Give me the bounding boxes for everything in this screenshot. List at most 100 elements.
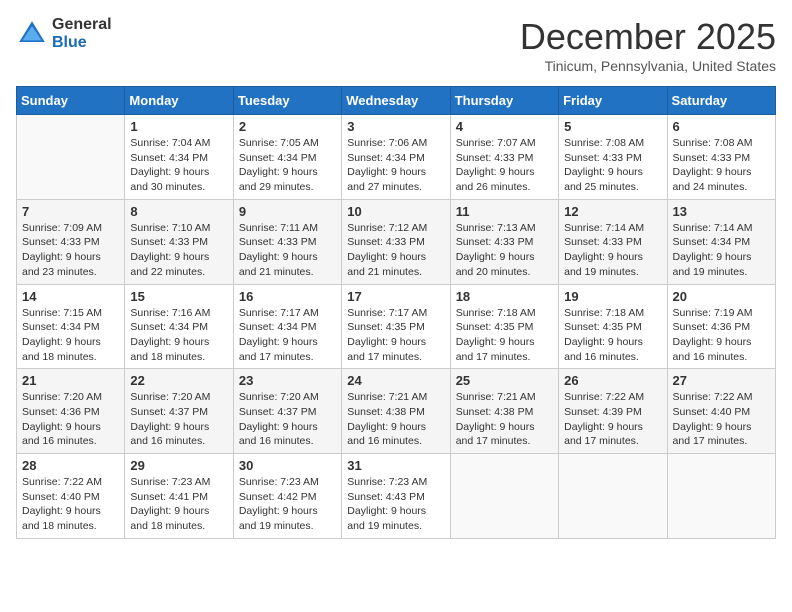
day-info: Sunrise: 7:23 AMSunset: 4:42 PMDaylight:…: [239, 475, 336, 534]
day-info: Sunrise: 7:21 AMSunset: 4:38 PMDaylight:…: [456, 390, 553, 449]
day-info: Sunrise: 7:21 AMSunset: 4:38 PMDaylight:…: [347, 390, 444, 449]
day-info: Sunrise: 7:07 AMSunset: 4:33 PMDaylight:…: [456, 136, 553, 195]
day-info: Sunrise: 7:14 AMSunset: 4:33 PMDaylight:…: [564, 221, 661, 280]
calendar-cell: [667, 454, 775, 539]
page-header: General Blue December 2025 Tinicum, Penn…: [16, 16, 776, 74]
day-number: 29: [130, 458, 227, 473]
calendar-header-row: SundayMondayTuesdayWednesdayThursdayFrid…: [17, 87, 776, 115]
day-number: 2: [239, 119, 336, 134]
day-number: 9: [239, 204, 336, 219]
calendar-cell: 17 Sunrise: 7:17 AMSunset: 4:35 PMDayligh…: [342, 284, 450, 369]
day-header-tuesday: Tuesday: [233, 87, 341, 115]
logo-text: General Blue: [52, 16, 112, 51]
calendar-cell: 26 Sunrise: 7:22 AMSunset: 4:39 PMDayligh…: [559, 369, 667, 454]
calendar-table: SundayMondayTuesdayWednesdayThursdayFrid…: [16, 86, 776, 539]
calendar-cell: 31 Sunrise: 7:23 AMSunset: 4:43 PMDayligh…: [342, 454, 450, 539]
title-block: December 2025 Tinicum, Pennsylvania, Uni…: [520, 16, 776, 74]
calendar-cell: 22 Sunrise: 7:20 AMSunset: 4:37 PMDayligh…: [125, 369, 233, 454]
calendar-cell: 12 Sunrise: 7:14 AMSunset: 4:33 PMDayligh…: [559, 199, 667, 284]
day-info: Sunrise: 7:09 AMSunset: 4:33 PMDaylight:…: [22, 221, 119, 280]
day-number: 23: [239, 373, 336, 388]
calendar-cell: 16 Sunrise: 7:17 AMSunset: 4:34 PMDayligh…: [233, 284, 341, 369]
day-info: Sunrise: 7:23 AMSunset: 4:43 PMDaylight:…: [347, 475, 444, 534]
calendar-cell: [17, 115, 125, 200]
calendar-cell: 18 Sunrise: 7:18 AMSunset: 4:35 PMDayligh…: [450, 284, 558, 369]
day-number: 17: [347, 289, 444, 304]
day-number: 8: [130, 204, 227, 219]
day-info: Sunrise: 7:04 AMSunset: 4:34 PMDaylight:…: [130, 136, 227, 195]
calendar-cell: 30Sunrise: 7:23 AMSunset: 4:42 PMDayligh…: [233, 454, 341, 539]
day-info: Sunrise: 7:11 AMSunset: 4:33 PMDaylight:…: [239, 221, 336, 280]
day-info: Sunrise: 7:22 AMSunset: 4:39 PMDaylight:…: [564, 390, 661, 449]
day-info: Sunrise: 7:13 AMSunset: 4:33 PMDaylight:…: [456, 221, 553, 280]
calendar-cell: 14Sunrise: 7:15 AMSunset: 4:34 PMDayligh…: [17, 284, 125, 369]
day-info: Sunrise: 7:19 AMSunset: 4:36 PMDaylight:…: [673, 306, 770, 365]
day-info: Sunrise: 7:17 AMSunset: 4:35 PMDaylight:…: [347, 306, 444, 365]
calendar-cell: 28 Sunrise: 7:22 AMSunset: 4:40 PMDayligh…: [17, 454, 125, 539]
day-number: 19: [564, 289, 661, 304]
logo: General Blue: [16, 16, 112, 51]
day-header-friday: Friday: [559, 87, 667, 115]
calendar-cell: 20 Sunrise: 7:19 AMSunset: 4:36 PMDayligh…: [667, 284, 775, 369]
day-info: Sunrise: 7:20 AMSunset: 4:37 PMDaylight:…: [239, 390, 336, 449]
calendar-week-row: 14Sunrise: 7:15 AMSunset: 4:34 PMDayligh…: [17, 284, 776, 369]
day-info: Sunrise: 7:14 AMSunset: 4:34 PMDaylight:…: [673, 221, 770, 280]
day-header-monday: Monday: [125, 87, 233, 115]
calendar-week-row: 1 Sunrise: 7:04 AMSunset: 4:34 PMDaylight…: [17, 115, 776, 200]
day-number: 22: [130, 373, 227, 388]
day-number: 20: [673, 289, 770, 304]
calendar-week-row: 21 Sunrise: 7:20 AMSunset: 4:36 PMDayligh…: [17, 369, 776, 454]
day-info: Sunrise: 7:08 AMSunset: 4:33 PMDaylight:…: [673, 136, 770, 195]
day-header-saturday: Saturday: [667, 87, 775, 115]
day-number: 16: [239, 289, 336, 304]
day-info: Sunrise: 7:23 AMSunset: 4:41 PMDaylight:…: [130, 475, 227, 534]
day-number: 28: [22, 458, 119, 473]
day-info: Sunrise: 7:20 AMSunset: 4:36 PMDaylight:…: [22, 390, 119, 449]
day-number: 24: [347, 373, 444, 388]
day-number: 31: [347, 458, 444, 473]
day-number: 18: [456, 289, 553, 304]
logo-icon: [16, 18, 48, 50]
day-info: Sunrise: 7:22 AMSunset: 4:40 PMDaylight:…: [22, 475, 119, 534]
calendar-cell: [450, 454, 558, 539]
calendar-cell: 21 Sunrise: 7:20 AMSunset: 4:36 PMDayligh…: [17, 369, 125, 454]
calendar-cell: 23 Sunrise: 7:20 AMSunset: 4:37 PMDayligh…: [233, 369, 341, 454]
calendar-cell: 19 Sunrise: 7:18 AMSunset: 4:35 PMDayligh…: [559, 284, 667, 369]
day-info: Sunrise: 7:18 AMSunset: 4:35 PMDaylight:…: [456, 306, 553, 365]
day-number: 7: [22, 204, 119, 219]
day-number: 11: [456, 204, 553, 219]
calendar-cell: 5Sunrise: 7:08 AMSunset: 4:33 PMDaylight…: [559, 115, 667, 200]
day-info: Sunrise: 7:10 AMSunset: 4:33 PMDaylight:…: [130, 221, 227, 280]
day-info: Sunrise: 7:12 AMSunset: 4:33 PMDaylight:…: [347, 221, 444, 280]
day-header-wednesday: Wednesday: [342, 87, 450, 115]
calendar-cell: 8 Sunrise: 7:10 AMSunset: 4:33 PMDaylight…: [125, 199, 233, 284]
calendar-cell: 10 Sunrise: 7:12 AMSunset: 4:33 PMDayligh…: [342, 199, 450, 284]
calendar-cell: [559, 454, 667, 539]
location-title: Tinicum, Pennsylvania, United States: [520, 58, 776, 74]
day-header-thursday: Thursday: [450, 87, 558, 115]
calendar-cell: 1 Sunrise: 7:04 AMSunset: 4:34 PMDaylight…: [125, 115, 233, 200]
day-number: 21: [22, 373, 119, 388]
day-number: 10: [347, 204, 444, 219]
day-number: 6: [673, 119, 770, 134]
logo-blue-label: Blue: [52, 34, 112, 52]
day-number: 1: [130, 119, 227, 134]
day-info: Sunrise: 7:18 AMSunset: 4:35 PMDaylight:…: [564, 306, 661, 365]
day-number: 4: [456, 119, 553, 134]
month-title: December 2025: [520, 16, 776, 58]
day-number: 26: [564, 373, 661, 388]
day-number: 15: [130, 289, 227, 304]
calendar-cell: 13Sunrise: 7:14 AMSunset: 4:34 PMDayligh…: [667, 199, 775, 284]
day-number: 5: [564, 119, 661, 134]
day-number: 25: [456, 373, 553, 388]
day-info: Sunrise: 7:22 AMSunset: 4:40 PMDaylight:…: [673, 390, 770, 449]
logo-general-label: General: [52, 16, 112, 34]
calendar-cell: 9 Sunrise: 7:11 AMSunset: 4:33 PMDaylight…: [233, 199, 341, 284]
day-info: Sunrise: 7:20 AMSunset: 4:37 PMDaylight:…: [130, 390, 227, 449]
calendar-cell: 6 Sunrise: 7:08 AMSunset: 4:33 PMDaylight…: [667, 115, 775, 200]
calendar-week-row: 7 Sunrise: 7:09 AMSunset: 4:33 PMDaylight…: [17, 199, 776, 284]
calendar-cell: 4 Sunrise: 7:07 AMSunset: 4:33 PMDaylight…: [450, 115, 558, 200]
day-number: 12: [564, 204, 661, 219]
calendar-week-row: 28 Sunrise: 7:22 AMSunset: 4:40 PMDayligh…: [17, 454, 776, 539]
day-info: Sunrise: 7:17 AMSunset: 4:34 PMDaylight:…: [239, 306, 336, 365]
